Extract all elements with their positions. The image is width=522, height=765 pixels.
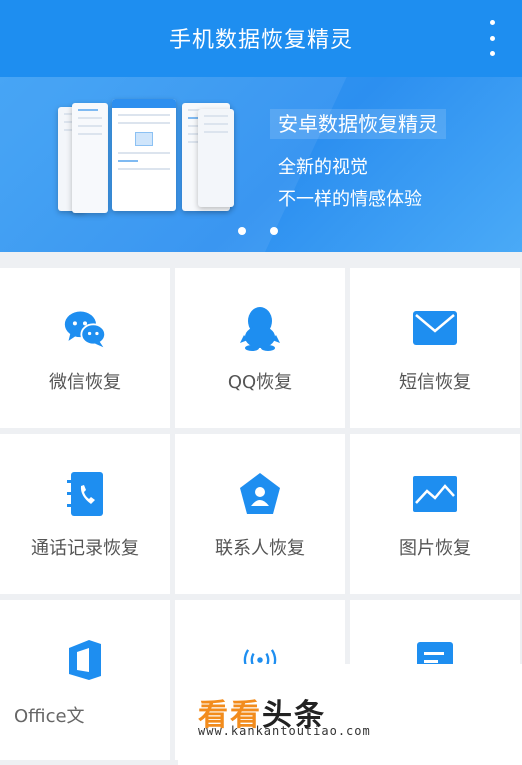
office-icon — [63, 638, 107, 682]
phones-illustration — [52, 99, 242, 217]
watermark-url: www.kankantoutiao.com — [198, 724, 371, 738]
image-icon — [413, 472, 457, 516]
tile-label: 图片恢复 — [399, 538, 471, 559]
app-bar: 手机数据恢复精灵 — [0, 0, 522, 77]
watermark: 看看头条 www.kankantoutiao.com — [178, 664, 522, 765]
carousel-dot[interactable] — [238, 227, 246, 235]
carousel-indicator[interactable] — [238, 227, 278, 235]
qq-icon — [238, 306, 282, 351]
sms-recovery-tile[interactable]: 短信恢复 — [350, 268, 520, 428]
office-recovery-tile[interactable] — [0, 600, 170, 760]
tile-label: 联系人恢复 — [215, 538, 305, 559]
wechat-recovery-tile[interactable]: 微信恢复 — [0, 268, 170, 428]
sms-icon — [413, 306, 457, 350]
call-log-icon — [63, 472, 107, 516]
tile-label: 短信恢复 — [399, 372, 471, 393]
tile-label: 通话记录恢复 — [31, 538, 139, 559]
call-log-recovery-tile[interactable]: 通话记录恢复 — [0, 434, 170, 594]
app-title: 手机数据恢复精灵 — [168, 28, 353, 53]
office-tile-label: Office文 — [14, 706, 85, 727]
promo-banner[interactable]: 安卓数据恢复精灵 全新的视觉 不一样的情感体验 — [0, 77, 522, 252]
more-options-icon[interactable] — [486, 20, 498, 56]
tile-label: QQ恢复 — [227, 372, 293, 393]
contacts-icon — [238, 472, 282, 516]
wechat-icon — [63, 306, 107, 350]
banner-tagline-1: 全新的视觉 — [278, 157, 368, 178]
qq-recovery-tile[interactable]: QQ恢复 — [175, 268, 345, 428]
tile-label: 微信恢复 — [49, 372, 121, 393]
banner-headline: 安卓数据恢复精灵 — [270, 109, 446, 139]
carousel-dot[interactable] — [270, 227, 278, 235]
contacts-recovery-tile[interactable]: 联系人恢复 — [175, 434, 345, 594]
banner-tagline-2: 不一样的情感体验 — [278, 189, 422, 210]
image-recovery-tile[interactable]: 图片恢复 — [350, 434, 520, 594]
